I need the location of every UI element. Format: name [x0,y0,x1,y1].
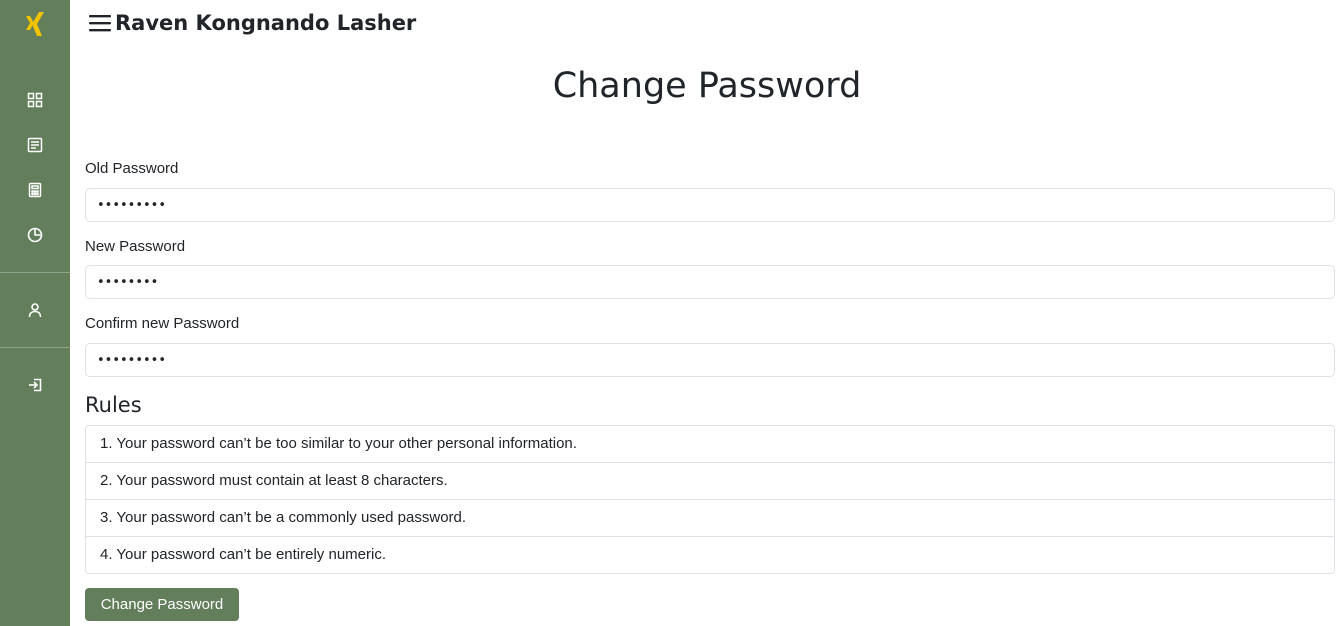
confirm-password-label: Confirm new Password [85,315,240,332]
xing-logo[interactable] [23,11,47,37]
new-password-input[interactable] [85,265,1335,299]
rules-heading: Rules [85,393,142,417]
new-password-label: New Password [85,238,186,255]
sign-in-icon [29,378,42,392]
confirm-password-input[interactable] [85,343,1335,377]
sidebar-item-profile[interactable] [24,299,46,321]
calculator-icon [28,182,42,198]
menu-toggle-button[interactable] [88,12,112,34]
sidebar-item-dashboard[interactable] [24,89,46,111]
old-password-label: Old Password [85,160,179,177]
old-password-input[interactable] [85,188,1335,222]
sidebar-item-logout[interactable] [24,374,46,396]
rule-item: 1. Your password can’t be too similar to… [86,426,1334,463]
rule-item: 2. Your password must contain at least 8… [86,463,1334,500]
rule-item: 4. Your password can’t be entirely numer… [100,546,386,563]
document-list-icon [27,137,43,153]
hamburger-icon [89,15,111,32]
page-title: Change Password [552,66,862,106]
sidebar-divider [0,347,70,348]
change-password-button[interactable]: Change Password [85,588,239,621]
user-name: Raven Kongnando Lasher [115,11,417,35]
rule-item: 3. Your password can’t be a commonly use… [86,500,1334,537]
sidebar-divider [0,272,70,273]
sidebar-item-calculator[interactable] [24,179,46,201]
sidebar-item-reports[interactable] [24,224,46,246]
rules-list: 1. Your password can’t be too similar to… [85,425,1335,574]
sidebar [0,0,70,626]
user-icon [28,303,42,318]
pie-chart-icon [27,227,43,243]
grid-icon [27,92,43,108]
sidebar-item-records[interactable] [24,134,46,156]
